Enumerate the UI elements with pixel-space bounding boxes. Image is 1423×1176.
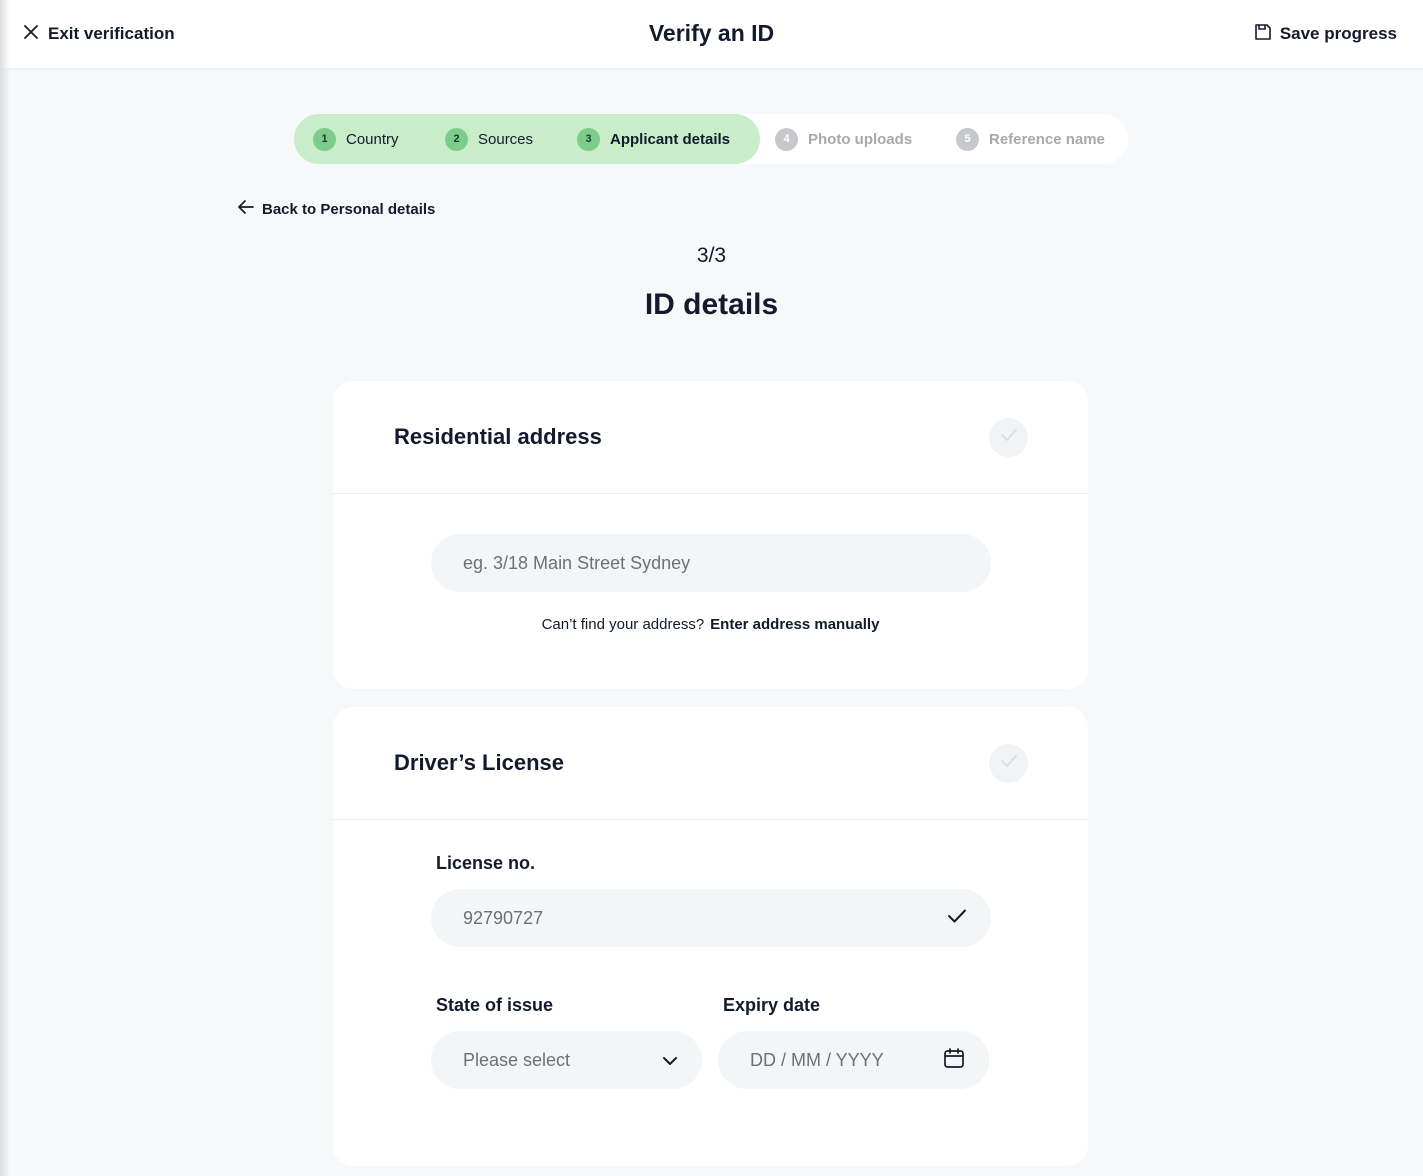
section-status-badge: [989, 744, 1028, 783]
step-label: Sources: [478, 130, 534, 148]
expiry-placeholder: DD / MM / YYYY: [750, 1049, 884, 1070]
step-applicant-details[interactable]: 3 Applicant details: [577, 114, 730, 164]
page-title: ID details: [644, 288, 779, 321]
drivers-license-card: Driver’s License License no. 92790727 St…: [333, 707, 1088, 1166]
step-label: Photo uploads: [808, 130, 913, 148]
check-icon: [1000, 428, 1018, 447]
back-to-personal-details-link[interactable]: Back to Personal details: [238, 198, 435, 220]
check-icon: [1000, 754, 1018, 773]
left-edge-shadow: [0, 0, 10, 1176]
license-number-value: 92790727: [463, 907, 544, 928]
step-number: 1: [313, 127, 336, 151]
license-number-label: License no.: [436, 853, 536, 873]
top-bar: Exit verification Verify an ID Save prog…: [0, 0, 1423, 68]
step-number: 3: [577, 127, 600, 151]
step-counter: 3/3: [696, 244, 727, 267]
expiry-date-input[interactable]: DD / MM / YYYY: [718, 1031, 989, 1089]
expiry-date-label: Expiry date: [723, 995, 821, 1015]
residential-address-card: Residential address eg. 3/18 Main Street…: [333, 381, 1088, 689]
progress-stepper: 1 Country 2 Sources 3 Applicant details …: [294, 114, 1128, 164]
chevron-down-icon: [662, 1050, 678, 1071]
save-progress-button[interactable]: Save progress: [1254, 20, 1397, 48]
section-status-badge: [989, 418, 1028, 457]
arrow-left-icon: [238, 200, 254, 218]
state-of-issue-select[interactable]: Please select: [431, 1031, 702, 1089]
license-number-input[interactable]: 92790727: [431, 889, 991, 947]
calendar-icon[interactable]: [943, 1047, 965, 1074]
step-country[interactable]: 1 Country: [313, 114, 399, 164]
back-link-label: Back to Personal details: [262, 200, 436, 218]
enter-address-manually-link[interactable]: Enter address manually: [710, 616, 879, 633]
step-label: Reference name: [989, 130, 1105, 148]
card-header: Residential address: [333, 381, 1088, 494]
step-sources[interactable]: 2 Sources: [445, 114, 533, 164]
save-icon: [1254, 23, 1272, 46]
step-label: Applicant details: [610, 130, 731, 148]
manual-address-row: Can’t find your address? Enter address ma…: [333, 616, 1088, 633]
step-number: 5: [956, 127, 979, 151]
step-photo-uploads[interactable]: 4 Photo uploads: [775, 114, 912, 164]
address-placeholder: eg. 3/18 Main Street Sydney: [463, 552, 691, 573]
step-number: 2: [445, 127, 468, 151]
manual-address-prompt: Can’t find your address?: [541, 616, 705, 633]
header-title: Verify an ID: [648, 20, 775, 46]
save-progress-label: Save progress: [1279, 24, 1397, 43]
card-header: Driver’s License: [333, 707, 1088, 820]
step-reference-name[interactable]: 5 Reference name: [956, 114, 1105, 164]
state-placeholder: Please select: [463, 1049, 571, 1070]
step-number: 4: [775, 127, 798, 151]
valid-check-icon: [947, 908, 967, 929]
address-search-input[interactable]: eg. 3/18 Main Street Sydney: [431, 534, 991, 592]
card-title: Driver’s License: [394, 750, 564, 775]
card-title: Residential address: [394, 424, 602, 449]
step-label: Country: [346, 130, 399, 148]
state-of-issue-label: State of issue: [436, 995, 554, 1015]
